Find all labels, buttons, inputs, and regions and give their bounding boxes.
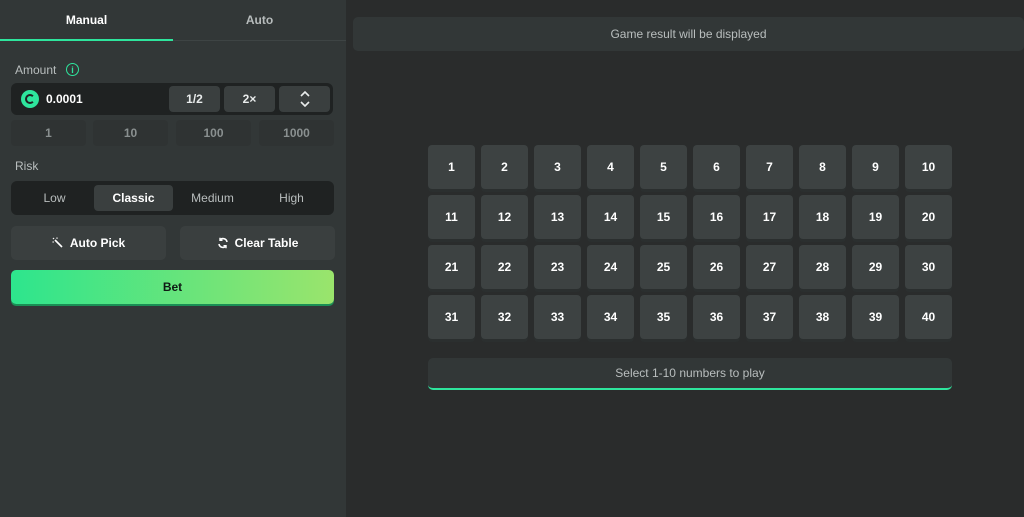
number-tile[interactable]: 7 (746, 145, 793, 189)
tab-auto[interactable]: Auto (173, 0, 346, 41)
risk-medium[interactable]: Medium (173, 185, 252, 211)
amount-label: Amount (15, 63, 57, 77)
number-tile[interactable]: 32 (481, 295, 528, 339)
magic-wand-icon (52, 237, 63, 248)
number-tile[interactable]: 28 (799, 245, 846, 289)
number-tile[interactable]: 30 (905, 245, 952, 289)
number-tile[interactable]: 3 (534, 145, 581, 189)
number-tile[interactable]: 21 (428, 245, 475, 289)
number-tile[interactable]: 6 (693, 145, 740, 189)
number-tile[interactable]: 8 (799, 145, 846, 189)
amount-input[interactable] (46, 83, 166, 115)
number-tile[interactable]: 25 (640, 245, 687, 289)
number-tile[interactable]: 24 (587, 245, 634, 289)
info-icon[interactable]: i (66, 63, 79, 76)
risk-classic[interactable]: Classic (94, 185, 173, 211)
number-tile[interactable]: 1 (428, 145, 475, 189)
number-tile[interactable]: 39 (852, 295, 899, 339)
amount-stepper[interactable] (279, 86, 330, 112)
number-tile[interactable]: 36 (693, 295, 740, 339)
selection-hint: Select 1-10 numbers to play (428, 358, 952, 390)
number-tile[interactable]: 38 (799, 295, 846, 339)
risk-selector: Low Classic Medium High (11, 181, 334, 215)
half-button[interactable]: 1/2 (169, 86, 220, 112)
risk-high[interactable]: High (252, 185, 331, 211)
number-tile[interactable]: 19 (852, 195, 899, 239)
quick-amount-10[interactable]: 10 (93, 120, 168, 146)
number-tile[interactable]: 31 (428, 295, 475, 339)
quick-amount-100[interactable]: 100 (176, 120, 251, 146)
clear-table-button[interactable]: Clear Table (180, 226, 335, 260)
clear-table-label: Clear Table (234, 236, 299, 250)
number-tile[interactable]: 17 (746, 195, 793, 239)
number-tile[interactable]: 12 (481, 195, 528, 239)
refresh-icon (217, 237, 228, 249)
game-area: Game result will be displayed 1234567891… (346, 0, 1024, 517)
tab-manual[interactable]: Manual (0, 0, 173, 41)
mode-tabs: Manual Auto (0, 0, 346, 41)
number-tile[interactable]: 23 (534, 245, 581, 289)
risk-low[interactable]: Low (15, 185, 94, 211)
auto-pick-label: Auto Pick (69, 236, 126, 250)
number-tile[interactable]: 20 (905, 195, 952, 239)
risk-label: Risk (15, 159, 39, 173)
number-tile[interactable]: 26 (693, 245, 740, 289)
number-tile[interactable]: 37 (746, 295, 793, 339)
game-result-banner: Game result will be displayed (353, 17, 1024, 51)
number-tile[interactable]: 4 (587, 145, 634, 189)
number-tile[interactable]: 18 (799, 195, 846, 239)
number-tile[interactable]: 11 (428, 195, 475, 239)
number-tile[interactable]: 40 (905, 295, 952, 339)
number-tile[interactable]: 33 (534, 295, 581, 339)
number-tile[interactable]: 29 (852, 245, 899, 289)
number-tile[interactable]: 27 (746, 245, 793, 289)
double-button[interactable]: 2× (224, 86, 275, 112)
number-tile[interactable]: 22 (481, 245, 528, 289)
bet-button[interactable]: Bet (11, 270, 334, 304)
number-tile[interactable]: 35 (640, 295, 687, 339)
number-tile[interactable]: 34 (587, 295, 634, 339)
number-tile[interactable]: 2 (481, 145, 528, 189)
number-tile[interactable]: 5 (640, 145, 687, 189)
coin-icon (21, 90, 39, 108)
auto-pick-button[interactable]: Auto Pick (11, 226, 166, 260)
amount-field: 1/2 2× (11, 83, 333, 115)
quick-amount-1[interactable]: 1 (11, 120, 86, 146)
number-tile[interactable]: 15 (640, 195, 687, 239)
number-tile[interactable]: 10 (905, 145, 952, 189)
number-tile[interactable]: 16 (693, 195, 740, 239)
number-tile[interactable]: 13 (534, 195, 581, 239)
chevron-up-icon[interactable] (299, 91, 310, 97)
number-tile[interactable]: 9 (852, 145, 899, 189)
quick-amount-1000[interactable]: 1000 (259, 120, 334, 146)
chevron-down-icon[interactable] (299, 101, 310, 107)
bet-panel: Manual Auto Amount i 1/2 2× 1 10 100 100… (0, 0, 346, 517)
number-tile[interactable]: 14 (587, 195, 634, 239)
